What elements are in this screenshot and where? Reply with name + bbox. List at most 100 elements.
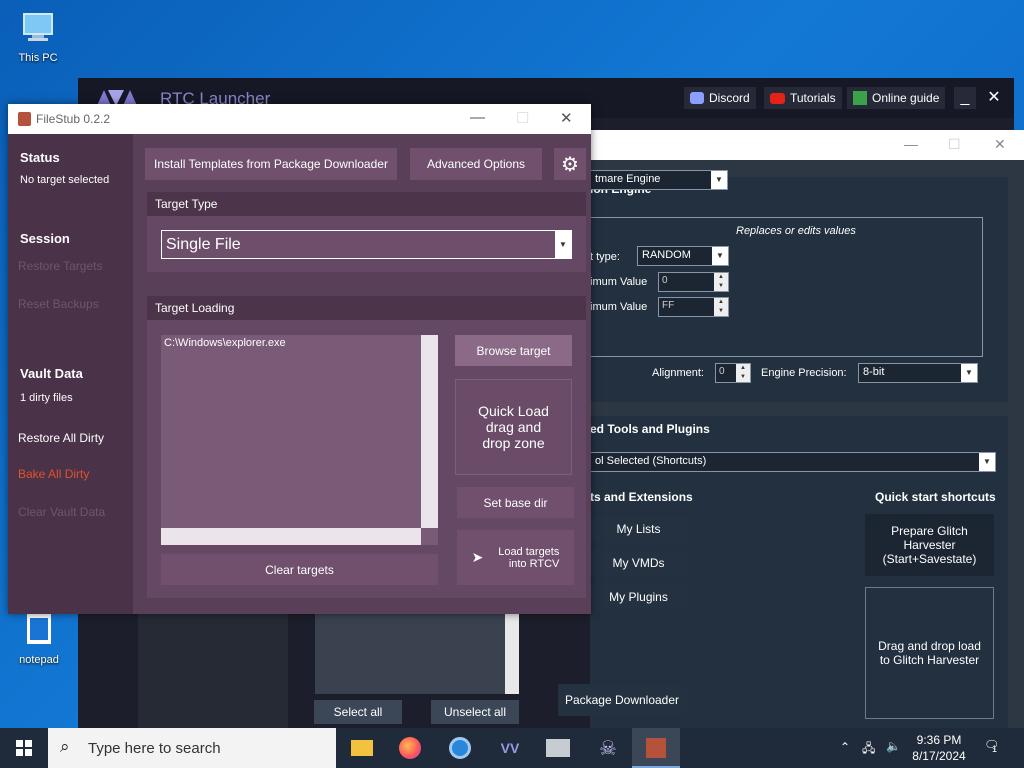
target-path-item[interactable]: C:\Windows\explorer.exe: [164, 337, 286, 349]
target-list-vscroll[interactable]: [421, 335, 438, 528]
start-button[interactable]: [0, 728, 48, 768]
clock-time: 9:36 PM: [916, 733, 962, 747]
windows-icon: [16, 740, 32, 756]
notification-button[interactable]: 🗨 1: [984, 738, 999, 754]
filestub-minimize-icon[interactable]: —: [470, 109, 485, 126]
rtcv-window: — ☐ ✕ ion Engine tmare Engine ▼ Replaces…: [558, 130, 1024, 728]
browse-target-button[interactable]: Browse target: [455, 335, 572, 366]
engine-select[interactable]: tmare Engine ▼: [590, 170, 728, 190]
target-list-hscroll[interactable]: [161, 528, 421, 545]
spin-arrows-icon[interactable]: ▲ ▼: [714, 298, 728, 316]
launcher-list-scrollbar[interactable]: [505, 614, 519, 694]
guide-icon: [853, 91, 867, 105]
my-lists-button[interactable]: My Lists: [590, 516, 687, 542]
min-value-input[interactable]: 0 ▲ ▼: [658, 272, 729, 292]
max-value-input[interactable]: FF ▲ ▼: [658, 297, 729, 317]
clear-vault-data-button[interactable]: Clear Vault Data: [18, 505, 105, 519]
online-guide-label: Online guide: [872, 91, 940, 105]
advanced-options-button[interactable]: Advanced Options: [410, 148, 542, 180]
corruption-engine-panel: ion Engine tmare Engine ▼ Replaces or ed…: [590, 170, 1008, 402]
precision-select[interactable]: 8-bit ▼: [858, 363, 978, 383]
set-base-dir-button[interactable]: Set base dir: [457, 487, 574, 518]
min-value-label: imum Value: [590, 276, 648, 288]
taskbar-search-box[interactable]: ⌕ Type here to search: [48, 728, 336, 768]
alignment-input[interactable]: 0 ▲ ▼: [715, 363, 751, 383]
package-downloader-button[interactable]: Package Downloader: [558, 684, 686, 716]
volume-muted-icon[interactable]: 🔈: [886, 739, 901, 753]
quick-start-title: Quick start shortcuts: [875, 490, 996, 504]
settings-gear-button[interactable]: ⚙: [554, 148, 586, 180]
min-value-text: 0: [662, 275, 668, 286]
rtcv-close-icon[interactable]: ✕: [994, 136, 1006, 153]
rtc-minimize-button[interactable]: _: [954, 87, 976, 109]
rtcv-maximize-icon[interactable]: ☐: [948, 136, 961, 153]
window-app-icon: [546, 739, 570, 757]
firefox-icon: [399, 737, 421, 759]
glitch-harvester-drop-zone[interactable]: Drag and drop load to Glitch Harvester: [865, 587, 994, 719]
restore-all-dirty-button[interactable]: Restore All Dirty: [18, 431, 104, 445]
desktop-icon-this-pc[interactable]: This PC: [6, 8, 70, 64]
install-templates-button[interactable]: Install Templates from Package Downloade…: [145, 148, 397, 180]
target-type-select[interactable]: Single File ▼: [161, 230, 572, 259]
target-list-box[interactable]: C:\Windows\explorer.exe: [161, 335, 438, 545]
engine-select-value: tmare Engine: [595, 173, 661, 185]
tools-panel-title: ed Tools and Plugins: [590, 422, 710, 436]
tools-select[interactable]: ol Selected (Shortcuts) ▼: [590, 452, 996, 472]
youtube-icon: [770, 92, 785, 104]
spin-arrows-icon[interactable]: ▲ ▼: [736, 364, 750, 382]
my-vmds-button[interactable]: My VMDs: [590, 550, 687, 576]
clock[interactable]: 9:36 PM 8/17/2024: [910, 732, 968, 764]
rtc-logo-icon: VV: [500, 740, 520, 756]
unselect-all-button[interactable]: Unselect all: [431, 700, 519, 724]
send-icon: ➤: [471, 549, 484, 565]
taskbar-chrome[interactable]: [436, 728, 484, 768]
online-guide-button[interactable]: Online guide: [847, 87, 946, 109]
tools-select-value: ol Selected (Shortcuts): [595, 455, 707, 467]
prepare-glitch-harvester-button[interactable]: Prepare Glitch Harvester (Start+Savestat…: [865, 514, 994, 576]
tutorials-button[interactable]: Tutorials: [764, 87, 842, 109]
filestub-title: FileStub 0.2.2: [36, 112, 111, 126]
desktop-icon-notepad[interactable]: notepad: [7, 610, 71, 666]
filestub-close-icon[interactable]: ✕: [560, 109, 573, 127]
chevron-down-icon: ▼: [961, 364, 977, 382]
filestub-app-icon: [646, 738, 666, 758]
reset-backups-button[interactable]: Reset Backups: [18, 297, 99, 311]
max-value-text: FF: [662, 300, 675, 311]
quick-load-drop-zone[interactable]: Quick Load drag and drop zone: [455, 379, 572, 475]
bake-all-dirty-button[interactable]: Bake All Dirty: [18, 467, 89, 481]
desktop-icon-label: This PC: [18, 52, 58, 64]
launcher-list-box[interactable]: [315, 614, 519, 694]
rtcv-minimize-icon[interactable]: —: [904, 136, 918, 152]
restore-targets-button[interactable]: Restore Targets: [18, 259, 103, 273]
taskbar-firefox[interactable]: [386, 728, 434, 768]
type-select-value: RANDOM: [642, 249, 691, 261]
chevron-down-icon: ▼: [979, 453, 995, 471]
chevron-down-icon: ▼: [712, 247, 728, 265]
select-all-button[interactable]: Select all: [314, 700, 402, 724]
tools-plugins-panel: ed Tools and Plugins ol Selected (Shortc…: [590, 416, 1008, 728]
chevron-up-icon[interactable]: ⌃: [840, 740, 850, 754]
discord-label: Discord: [709, 91, 750, 105]
chevron-down-icon: ▼: [711, 171, 727, 189]
load-targets-button[interactable]: ➤ Load targets into RTCV: [457, 530, 574, 585]
rtc-close-button[interactable]: ✕: [983, 87, 1005, 109]
taskbar-glitch-harvester[interactable]: ☠: [584, 728, 632, 768]
taskbar-rtc-launcher[interactable]: VV: [486, 728, 534, 768]
spin-arrows-icon[interactable]: ▲ ▼: [714, 273, 728, 291]
filestub-maximize-icon[interactable]: ☐: [516, 109, 529, 127]
discord-button[interactable]: Discord: [684, 87, 756, 109]
alignment-value: 0: [719, 366, 725, 377]
taskbar-file-explorer[interactable]: [338, 728, 386, 768]
launcher-left-strip: [138, 614, 288, 728]
network-icon[interactable]: 🖧: [862, 739, 875, 760]
vault-data-text: 1 dirty files: [20, 392, 73, 404]
rtcv-titlebar: — ☐ ✕: [590, 130, 1024, 160]
type-label: t type:: [590, 251, 620, 263]
notepad-icon: [19, 610, 59, 650]
taskbar-app-window[interactable]: [534, 728, 582, 768]
my-plugins-button[interactable]: My Plugins: [590, 584, 687, 610]
type-select[interactable]: RANDOM ▼: [637, 246, 729, 266]
skull-icon: ☠: [599, 737, 617, 760]
clear-targets-button[interactable]: Clear targets: [161, 554, 438, 585]
taskbar-filestub[interactable]: [632, 728, 680, 768]
